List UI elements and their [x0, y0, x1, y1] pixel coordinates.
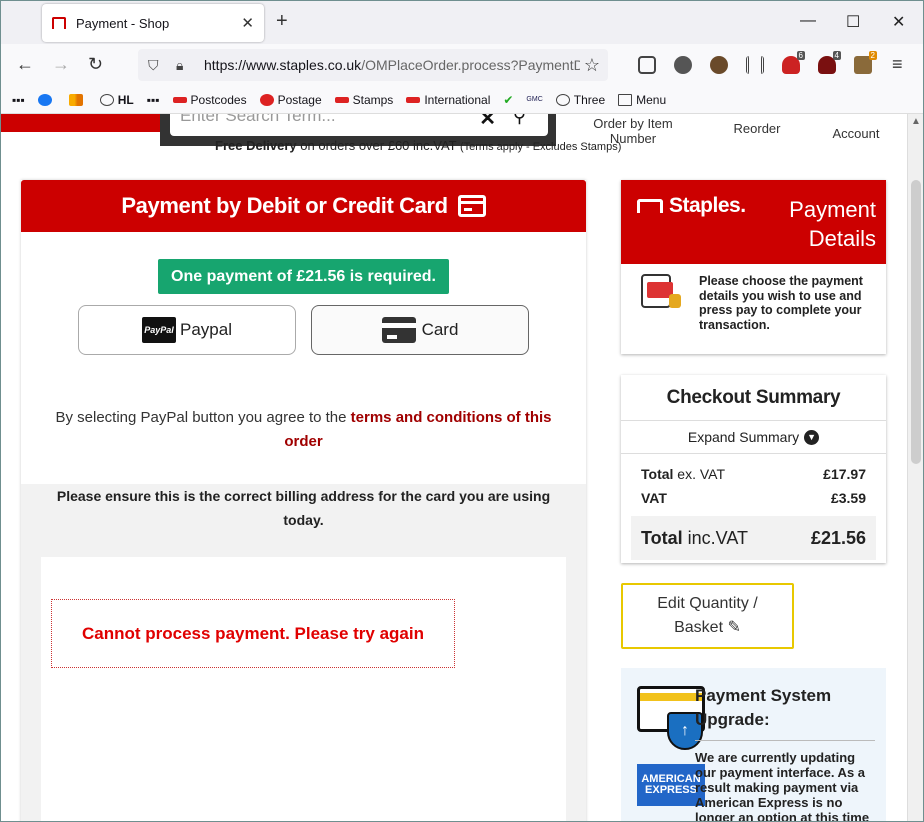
account-link[interactable]: Account [826, 126, 886, 141]
extension-icon[interactable]: 2 [854, 51, 877, 74]
bookmark-dots-icon[interactable]: ▪▪▪ [12, 93, 25, 107]
bookmarks-bar: ▪▪▪ HL ▪▪▪ Postcodes Postage Stamps Inte… [0, 86, 924, 114]
checkout-summary-title: Checkout Summary [621, 375, 886, 421]
amount-required-badge: One payment of £21.56 is required. [158, 259, 449, 294]
payment-error-message: Cannot process payment. Please try again [51, 599, 455, 668]
bookmark-international[interactable]: International [406, 93, 490, 107]
browser-tab[interactable]: Payment - Shop ✕ [42, 4, 264, 42]
lock-icon[interactable]: 🔒︎ [176, 57, 194, 74]
tab-title: Payment - Shop [76, 15, 170, 31]
paypal-button[interactable]: PayPal Paypal [78, 305, 296, 355]
coins-icon [669, 294, 681, 308]
upgrade-body: We are currently updating our payment in… [695, 750, 870, 822]
profile-extension-icon[interactable] [674, 56, 692, 74]
payment-heading: Payment by Debit or Credit Card [21, 180, 586, 232]
card-icon [381, 317, 416, 343]
reload-icon[interactable]: ↻ [88, 54, 103, 75]
bookmark-stamps[interactable]: Stamps [334, 93, 393, 107]
site-header-red-strip [0, 114, 165, 132]
browser-nav-bar: ← → ↻ ⛉ 🔒︎ https://www.staples.co.uk/OMP… [0, 44, 924, 86]
card-button[interactable]: Card [311, 305, 529, 355]
free-delivery-banner: Free Delivery on orders over £60 inc.VAT… [215, 138, 622, 153]
close-tab-icon[interactable]: ✕ [241, 14, 254, 32]
staples-logo-icon [637, 199, 663, 213]
payment-details-header: Staples. Payment Details [621, 180, 886, 264]
new-tab-icon[interactable]: + [276, 10, 288, 33]
billing-section: Please ensure this is the correct billin… [21, 484, 586, 822]
minimize-icon[interactable]: — [800, 12, 816, 30]
credit-card-icon [457, 195, 486, 217]
checkout-summary-card: Checkout Summary Expand Summary ▼ Total … [621, 375, 886, 563]
address-bar[interactable]: ⛉ 🔒︎ https://www.staples.co.uk/OMPlaceOr… [138, 49, 608, 81]
payment-upgrade-notice: ↑ Payment System Upgrade: AMERICAN EXPRE… [621, 668, 886, 822]
payment-frame: Cannot process payment. Please try again [41, 557, 566, 822]
ublock-icon[interactable]: 4 [818, 51, 841, 74]
payment-details-card: Staples. Payment Details Please choose th… [621, 180, 886, 354]
search-icon[interactable]: ⚲ [513, 114, 526, 127]
scrollbar-thumb[interactable] [911, 180, 921, 464]
bookmark-gmc[interactable]: GMC [526, 96, 542, 103]
total-inc-vat-value: £21.56 [810, 527, 866, 548]
edit-icon: ✎ [727, 619, 741, 636]
page-scrollbar[interactable]: ▲ [907, 114, 924, 822]
scroll-up-icon[interactable]: ▲ [911, 116, 921, 127]
search-input[interactable]: Enter Search Term... ✕ ⚲ [170, 114, 548, 136]
analytics-icon[interactable] [68, 93, 87, 106]
payment-instructions: Please choose the payment details you wi… [699, 274, 863, 332]
bookmark-postcodes[interactable]: Postcodes [172, 93, 247, 107]
clear-search-icon[interactable]: ✕ [479, 114, 496, 131]
payment-panel: Payment by Debit or Credit Card One paym… [21, 180, 586, 822]
facebook-icon[interactable] [37, 93, 56, 106]
bookmark-star-icon[interactable]: ☆ [584, 55, 600, 76]
checkmark-icon[interactable]: ✔ [503, 93, 513, 107]
staples-favicon-icon [52, 17, 66, 29]
chevron-down-icon[interactable]: ▼ [804, 429, 820, 445]
url-text[interactable]: https://www.staples.co.uk/OMPlaceOrder.p… [204, 57, 580, 73]
billing-note: Please ensure this is the correct billin… [56, 488, 551, 528]
total-inc-vat-row: Total inc.VAT £21.56 [631, 516, 876, 560]
search-placeholder: Enter Search Term... [180, 114, 336, 125]
maximize-icon[interactable]: ☐ [846, 12, 860, 32]
staples-logo: Staples. [637, 194, 746, 218]
bookmark-three[interactable]: Three [555, 93, 605, 107]
edit-quantity-basket-button[interactable]: Edit Quantity / Basket ✎ [621, 583, 794, 649]
shield-icon[interactable]: ⛉ [148, 57, 166, 74]
fence-extension-icon[interactable] [746, 56, 764, 74]
bookmark-hl[interactable]: HL [99, 93, 134, 107]
bookmark-dots-icon[interactable]: ▪▪▪ [147, 93, 160, 107]
browser-tab-bar: Payment - Shop ✕ + — ☐ ✕ [0, 0, 924, 44]
payment-details-title: Payment Details [789, 197, 876, 251]
total-ex-vat-row: Total ex. VAT £17.97 [641, 466, 866, 482]
menu-icon[interactable]: ≡ [892, 54, 903, 75]
close-window-icon[interactable]: ✕ [892, 12, 905, 32]
payment-details-body: Please choose the payment details you wi… [621, 264, 886, 354]
vat-value: £3.59 [830, 490, 866, 506]
total-ex-vat-value: £17.97 [823, 466, 866, 482]
upgrade-title: Payment System Upgrade: [695, 686, 832, 729]
paypal-logo-icon: PayPal [142, 317, 176, 343]
divider [695, 740, 875, 741]
bookmark-menu[interactable]: Menu [618, 93, 666, 107]
vat-row: VAT £3.59 [641, 490, 866, 506]
forward-icon[interactable]: → [52, 54, 70, 75]
extension-icon[interactable] [710, 56, 728, 74]
pocket-icon[interactable] [638, 56, 656, 74]
reorder-link[interactable]: Reorder [722, 121, 792, 136]
back-icon[interactable]: ← [16, 54, 34, 75]
expand-summary-toggle[interactable]: Expand Summary ▼ [621, 421, 886, 454]
paypal-terms-text: By selecting PayPal button you agree to … [55, 409, 552, 450]
bookmark-postage[interactable]: Postage [259, 93, 322, 107]
page-content: Enter Search Term... ✕ ⚲ Order by Item N… [0, 114, 907, 822]
shield-extension-icon[interactable]: 6 [782, 51, 805, 74]
